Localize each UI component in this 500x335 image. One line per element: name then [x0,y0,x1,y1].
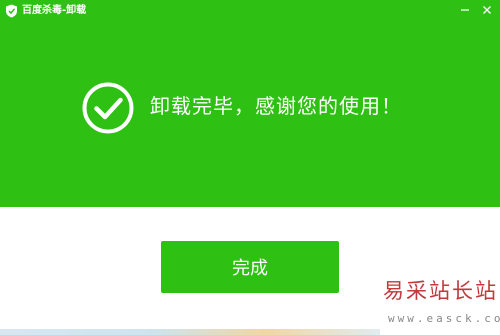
check-circle-icon [82,82,134,134]
minimize-icon [461,9,469,11]
minimize-button[interactable] [454,0,476,20]
close-button[interactable] [476,0,498,20]
shield-logo-icon [6,4,17,18]
uninstall-complete-message: 卸载完毕，感谢您的使用！ [150,94,402,118]
close-icon [483,6,491,14]
watermark-text: 易采站长站 [383,279,498,303]
watermark-url: www.easck.com [388,312,500,325]
header-panel: 百度杀毒-卸载 卸载完毕，感谢您的使用！ [0,0,500,207]
done-button[interactable]: 完成 [161,241,339,293]
window-title: 百度杀毒-卸载 [22,5,87,16]
taskbar-strip [0,329,380,335]
title-bar: 百度杀毒-卸载 [0,0,500,22]
